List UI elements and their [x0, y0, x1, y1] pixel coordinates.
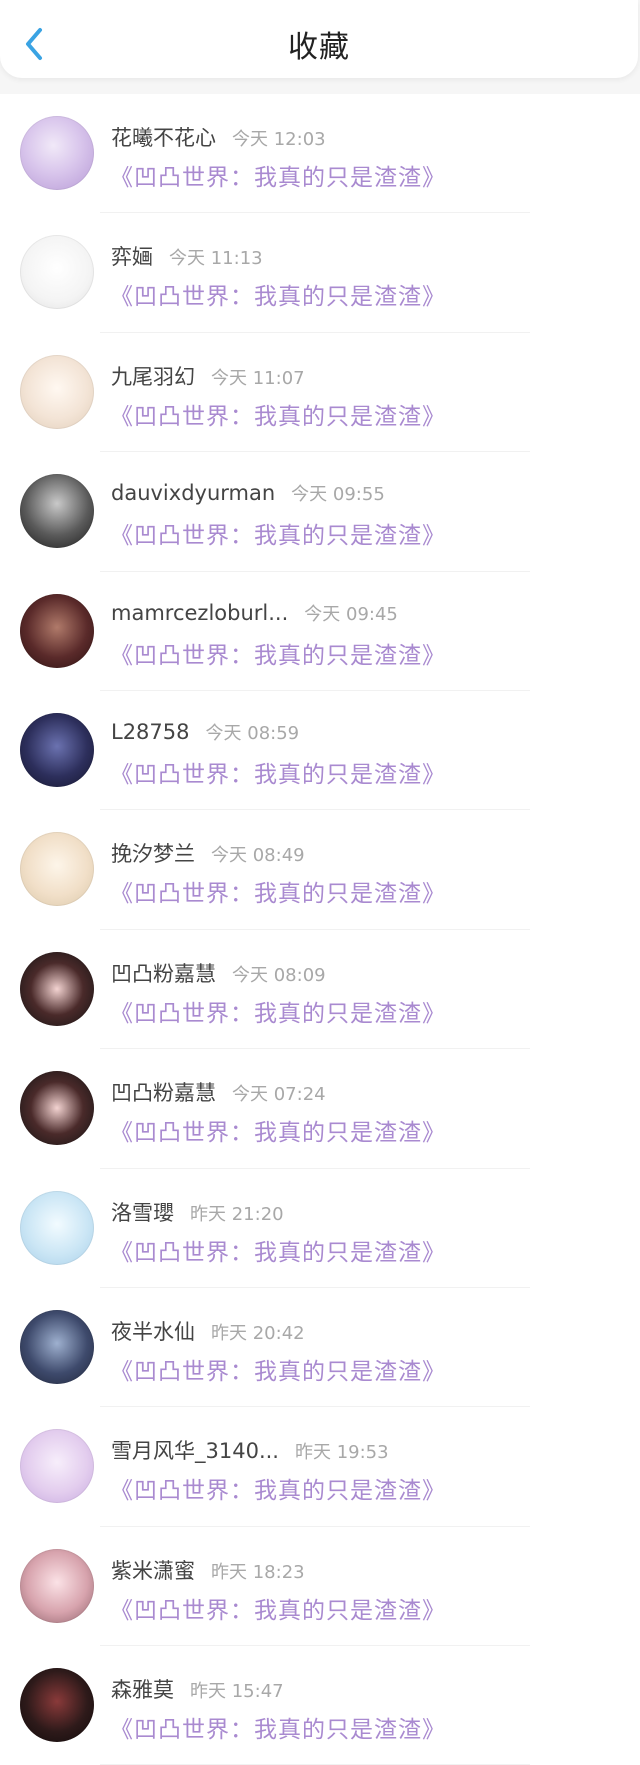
list-item[interactable]: dauvixdyurman 今天 09:55 《凹凸世界：我真的只是渣渣》: [0, 452, 640, 572]
user-name[interactable]: 雪月风华_3140...: [111, 1435, 279, 1465]
avatar[interactable]: [20, 354, 94, 429]
avatar[interactable]: [20, 832, 94, 907]
user-name[interactable]: 凹凸粉嘉慧: [111, 1077, 216, 1107]
user-name[interactable]: 花曦不花心: [111, 122, 216, 152]
timestamp: 今天 09:55: [291, 484, 385, 506]
timestamp: 昨天 20:42: [211, 1322, 305, 1344]
user-name[interactable]: 紫米潇蜜: [111, 1555, 195, 1585]
item-meta: 紫米潇蜜 昨天 18:23: [111, 1555, 305, 1585]
list-item[interactable]: 弈婳 今天 11:13 《凹凸世界：我真的只是渣渣》: [0, 213, 640, 334]
item-meta: 九尾羽幻 今天 11:07: [111, 361, 305, 391]
timestamp: 今天 11:13: [169, 248, 263, 270]
list-item[interactable]: 挽汐梦兰 今天 08:49 《凹凸世界：我真的只是渣渣》: [0, 810, 640, 931]
avatar[interactable]: [20, 1190, 94, 1265]
work-title-link[interactable]: 《凹凸世界：我真的只是渣渣》: [110, 158, 446, 192]
list-item[interactable]: L28758 今天 08:59 《凹凸世界：我真的只是渣渣》: [0, 691, 640, 811]
work-title-link[interactable]: 《凹凸世界：我真的只是渣渣》: [110, 636, 446, 670]
work-title-link[interactable]: 《凹凸世界：我真的只是渣渣》: [110, 1710, 446, 1744]
avatar[interactable]: [20, 1668, 94, 1743]
timestamp: 今天 07:24: [232, 1084, 326, 1106]
user-name[interactable]: 凹凸粉嘉慧: [111, 958, 216, 988]
list-item[interactable]: 森雅莫 昨天 15:47 《凹凸世界：我真的只是渣渣》: [0, 1646, 640, 1765]
item-meta: 挽汐梦兰 今天 08:49: [111, 838, 305, 868]
item-meta: 凹凸粉嘉慧 今天 07:24: [111, 1077, 326, 1107]
timestamp: 昨天 19:53: [294, 1442, 389, 1464]
work-title-link[interactable]: 《凹凸世界：我真的只是渣渣》: [110, 1591, 446, 1625]
avatar[interactable]: [20, 1429, 94, 1504]
item-meta: 森雅莫 昨天 15:47: [111, 1674, 284, 1704]
work-title-link[interactable]: 《凹凸世界：我真的只是渣渣》: [110, 1113, 446, 1147]
avatar[interactable]: [20, 593, 94, 668]
item-meta: 夜半水仙 昨天 20:42: [111, 1316, 305, 1346]
item-meta: mamrcezloburl... 今天 09:45: [111, 600, 398, 626]
list-item[interactable]: 雪月风华_3140... 昨天 19:53 《凹凸世界：我真的只是渣渣》: [0, 1407, 640, 1528]
work-title-link[interactable]: 《凹凸世界：我真的只是渣渣》: [110, 1233, 446, 1267]
timestamp: 昨天 18:23: [211, 1561, 305, 1583]
item-meta: 雪月风华_3140... 昨天 19:53: [111, 1435, 389, 1465]
work-title-link[interactable]: 《凹凸世界：我真的只是渣渣》: [110, 277, 446, 311]
user-name[interactable]: 夜半水仙: [111, 1316, 195, 1346]
avatar[interactable]: [20, 235, 94, 310]
user-name[interactable]: 森雅莫: [111, 1674, 174, 1704]
list-item[interactable]: 凹凸粉嘉慧 今天 07:24 《凹凸世界：我真的只是渣渣》: [0, 1049, 640, 1169]
timestamp: 今天 09:45: [304, 603, 398, 625]
timestamp: 昨天 15:47: [190, 1681, 284, 1703]
timestamp: 今天 08:59: [205, 722, 300, 744]
list-item[interactable]: 洛雪瓔 昨天 21:20 《凹凸世界：我真的只是渣渣》: [0, 1169, 640, 1289]
user-name[interactable]: 弈婳: [111, 241, 153, 271]
avatar[interactable]: [20, 116, 94, 190]
list-item[interactable]: 花曦不花心 今天 12:03 《凹凸世界：我真的只是渣渣》: [0, 94, 640, 214]
work-title-link[interactable]: 《凹凸世界：我真的只是渣渣》: [110, 397, 446, 431]
list-item[interactable]: 九尾羽幻 今天 11:07 《凹凸世界：我真的只是渣渣》: [0, 333, 640, 453]
timestamp: 今天 12:03: [232, 129, 326, 150]
item-meta: L28758 今天 08:59: [111, 719, 299, 745]
user-name[interactable]: dauvixdyurman: [111, 481, 275, 505]
item-meta: 凹凸粉嘉慧 今天 08:09: [111, 958, 326, 988]
user-name[interactable]: 九尾羽幻: [111, 361, 195, 391]
avatar[interactable]: [20, 1071, 94, 1146]
timestamp: 今天 08:09: [232, 964, 326, 986]
avatar[interactable]: [20, 1309, 94, 1384]
item-meta: 洛雪瓔 昨天 21:20: [111, 1197, 284, 1227]
avatar[interactable]: [20, 712, 94, 787]
item-meta: 弈婳 今天 11:13: [111, 241, 263, 271]
work-title-link[interactable]: 《凹凸世界：我真的只是渣渣》: [110, 994, 446, 1028]
timestamp: 今天 08:49: [211, 845, 305, 867]
list-item[interactable]: mamrcezloburl... 今天 09:45 《凹凸世界：我真的只是渣渣》: [0, 572, 640, 692]
list-item[interactable]: 紫米潇蜜 昨天 18:23 《凹凸世界：我真的只是渣渣》: [0, 1527, 640, 1647]
work-title-link[interactable]: 《凹凸世界：我真的只是渣渣》: [110, 874, 446, 908]
work-title-link[interactable]: 《凹凸世界：我真的只是渣渣》: [110, 516, 446, 550]
list-item[interactable]: 凹凸粉嘉慧 今天 08:09 《凹凸世界：我真的只是渣渣》: [0, 930, 640, 1050]
favorites-list: 花曦不花心 今天 12:03 《凹凸世界：我真的只是渣渣》 弈婳 今天 11:1…: [0, 94, 640, 1765]
user-name[interactable]: L28758: [111, 720, 190, 744]
timestamp: 昨天 21:20: [190, 1203, 284, 1225]
work-title-link[interactable]: 《凹凸世界：我真的只是渣渣》: [110, 1471, 446, 1505]
page-title: 收藏: [288, 30, 350, 65]
top-bar: 收藏: [0, 0, 638, 78]
user-name[interactable]: 洛雪瓔: [111, 1197, 174, 1227]
list-item[interactable]: 夜半水仙 昨天 20:42 《凹凸世界：我真的只是渣渣》: [0, 1288, 640, 1408]
timestamp: 今天 11:07: [211, 367, 305, 389]
work-title-link[interactable]: 《凹凸世界：我真的只是渣渣》: [110, 755, 446, 789]
avatar[interactable]: [20, 1548, 94, 1623]
user-name[interactable]: mamrcezloburl...: [111, 601, 288, 625]
item-meta: 花曦不花心 今天 12:03: [111, 122, 326, 152]
item-meta: dauvixdyurman 今天 09:55: [111, 480, 385, 506]
work-title-link[interactable]: 《凹凸世界：我真的只是渣渣》: [110, 1352, 446, 1386]
avatar[interactable]: [20, 474, 94, 549]
avatar[interactable]: [20, 951, 94, 1026]
user-name[interactable]: 挽汐梦兰: [111, 838, 195, 868]
